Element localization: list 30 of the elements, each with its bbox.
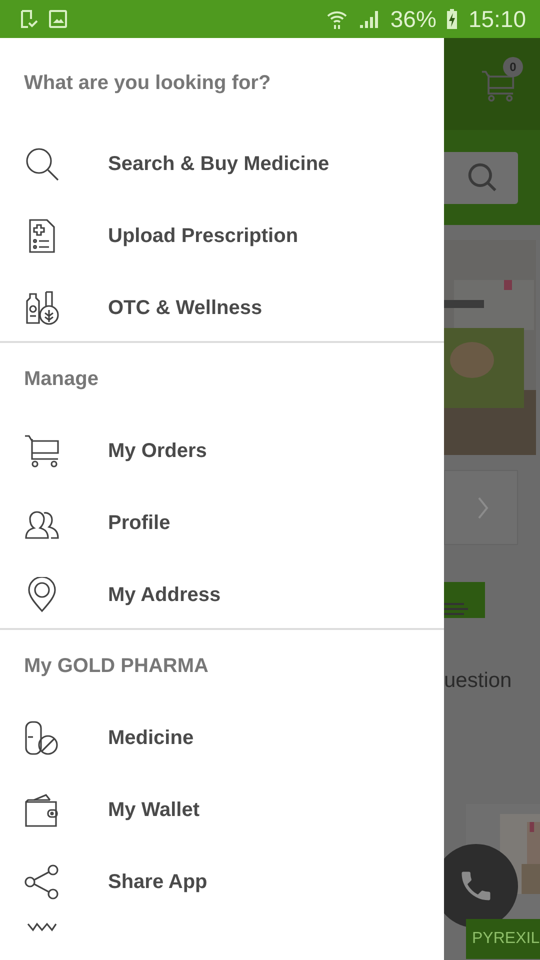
chevron-right-icon[interactable] <box>477 496 489 520</box>
pills-icon <box>24 720 60 756</box>
image-icon <box>48 9 68 29</box>
wallet-icon <box>24 792 60 828</box>
cart-count-badge: 0 <box>503 56 523 76</box>
section-header: What are you looking for? <box>23 70 271 96</box>
battery-percentage: 36% <box>390 6 436 32</box>
cart-icon <box>24 433 60 469</box>
menu-item[interactable]: Upload Prescription <box>108 224 298 248</box>
battery-charging-icon <box>446 8 458 30</box>
signal-icon <box>358 8 380 30</box>
section-header: My GOLD PHARMA <box>23 654 208 678</box>
menu-item[interactable]: My Address <box>108 584 221 606</box>
menu-item[interactable]: Search & Buy Medicine <box>108 152 330 176</box>
bottles-icon <box>24 290 60 326</box>
clock: 15:10 <box>468 6 526 32</box>
lines-icon <box>444 600 468 616</box>
menu-item[interactable]: OTC & Wellness <box>108 296 262 320</box>
product-label: PYREXIL <box>466 919 540 959</box>
menu-item[interactable]: Share App <box>108 870 208 894</box>
section-header: Manage <box>23 366 98 392</box>
search-button[interactable] <box>444 152 518 204</box>
search-icon <box>24 146 60 182</box>
menu-item[interactable]: My Wallet <box>108 798 200 822</box>
share-icon <box>24 864 60 900</box>
filter-button[interactable] <box>444 582 485 618</box>
menu-item[interactable]: Profile <box>108 512 170 534</box>
download-icon <box>18 9 38 29</box>
menu-item[interactable]: My Orders <box>108 440 207 462</box>
menu-item[interactable]: Medicine <box>108 726 194 750</box>
